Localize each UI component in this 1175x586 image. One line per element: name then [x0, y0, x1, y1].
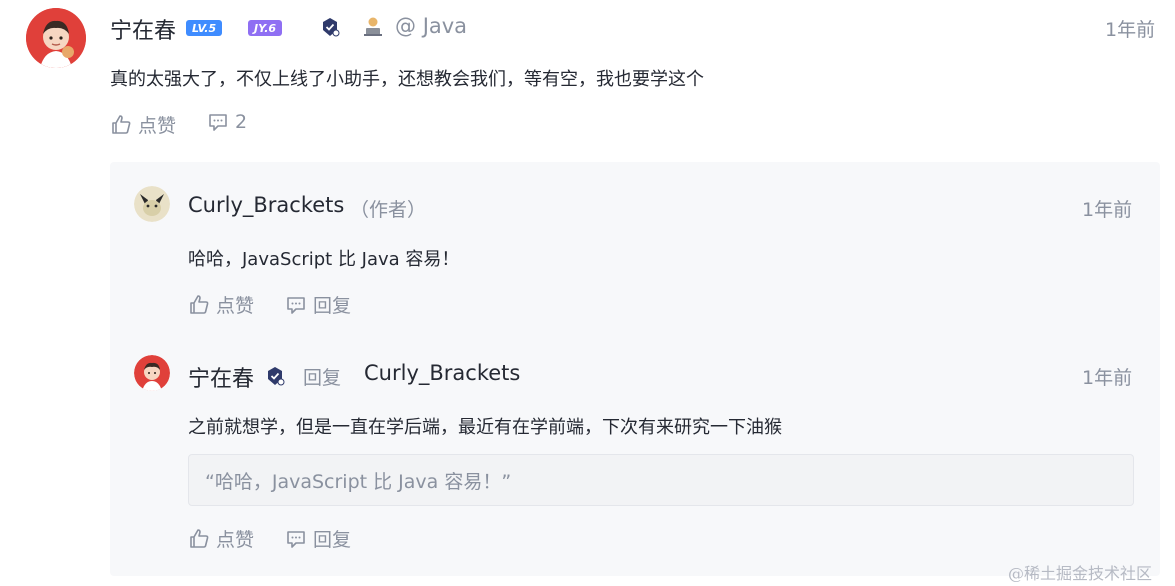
like-button[interactable]: 点赞: [110, 111, 176, 138]
comment-time: 1年前: [1105, 19, 1156, 41]
like-button[interactable]: 点赞: [188, 525, 254, 552]
level-badge: LV.5: [186, 20, 223, 36]
author-tag: （作者）: [350, 199, 427, 221]
avatar[interactable]: [26, 8, 86, 68]
watermark: @稀土掘金技术社区: [1008, 564, 1153, 583]
avatar[interactable]: [134, 186, 170, 222]
reply-label: 回复: [313, 529, 352, 551]
comment-icon: [209, 114, 227, 131]
jy-badge: JY.6: [248, 20, 283, 36]
reply-time: 1年前: [1082, 199, 1133, 221]
reply-to-label: 回复: [303, 367, 342, 389]
reply-label: 回复: [313, 295, 352, 317]
like-button[interactable]: 点赞: [188, 291, 254, 318]
reply-button[interactable]: 回复: [285, 291, 351, 318]
reply-text: 哈哈，JavaScript 比 Java 容易！: [188, 249, 460, 270]
reply-button[interactable]: 回复: [285, 525, 351, 552]
comment-count-button[interactable]: 2: [207, 111, 247, 133]
developer-icon: [362, 15, 384, 37]
comment-icon: [287, 530, 305, 548]
thumbs-up-icon: [190, 294, 209, 314]
avatar[interactable]: [134, 355, 170, 391]
tag-prefix: @: [395, 14, 416, 38]
verified-icon: [320, 17, 340, 37]
thumbs-up-icon: [190, 528, 209, 548]
comment-count: 2: [235, 111, 248, 133]
tag-link[interactable]: @ Java: [395, 14, 467, 38]
quoted-reply: “哈哈，JavaScript 比 Java 容易！”: [188, 454, 1134, 506]
reply-author[interactable]: 宁在春: [188, 361, 254, 393]
like-label: 点赞: [216, 529, 255, 551]
reply-target[interactable]: Curly_Brackets: [364, 361, 520, 385]
verified-icon: [265, 366, 285, 386]
comment-icon: [287, 296, 305, 314]
tag-label: Java: [422, 14, 468, 38]
comment-author[interactable]: 宁在春: [110, 13, 176, 45]
like-label: 点赞: [216, 295, 255, 317]
comment-text: 真的太强大了，不仅上线了小助手，还想教会我们，等有空，我也要学这个: [110, 69, 704, 90]
like-label: 点赞: [138, 115, 177, 137]
reply-text: 之前就想学，但是一直在学后端，最近有在学前端，下次有来研究一下油猴: [188, 417, 782, 438]
reply-author[interactable]: Curly_Brackets: [188, 193, 344, 217]
thumbs-up-icon: [112, 114, 131, 134]
reply-time: 1年前: [1082, 367, 1133, 389]
